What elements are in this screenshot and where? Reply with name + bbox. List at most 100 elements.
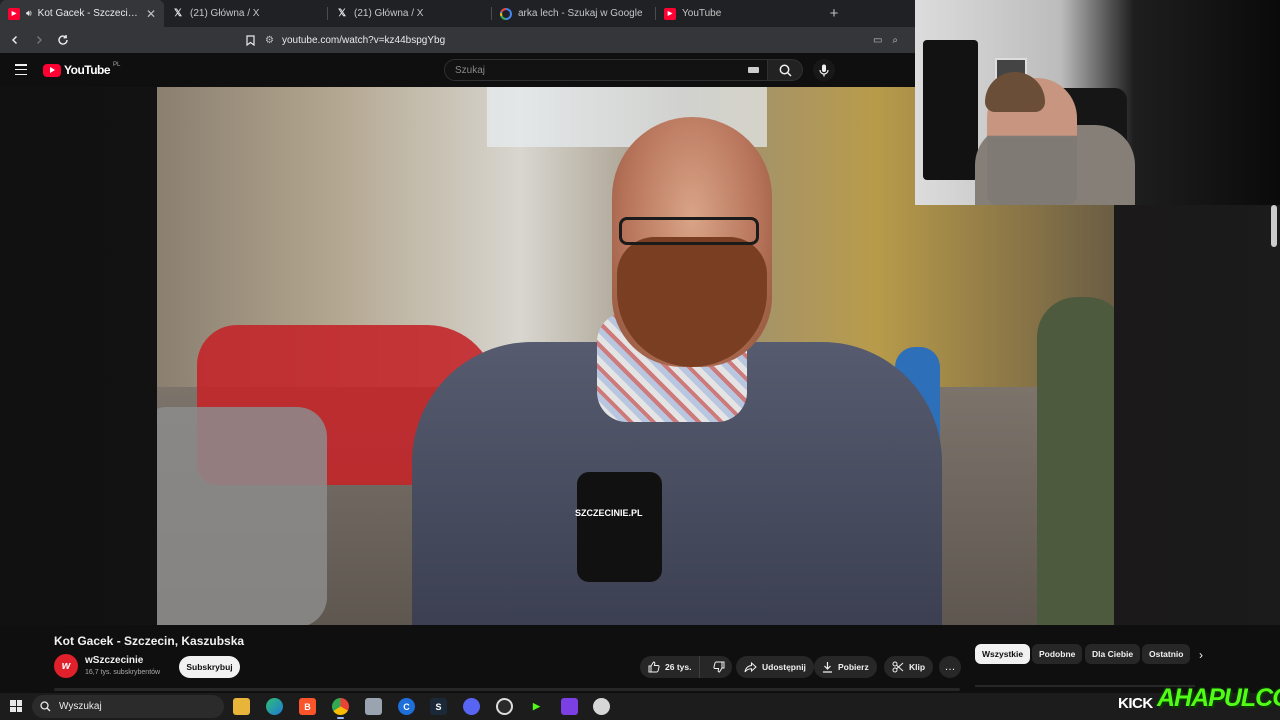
youtube-icon: ▶: [664, 7, 676, 20]
keyboard-icon[interactable]: [748, 67, 759, 73]
page-scrollbar[interactable]: [1271, 205, 1277, 247]
youtube-logo[interactable]: YouTube PL: [43, 62, 121, 77]
edge-icon[interactable]: [266, 698, 283, 715]
voice-search-button[interactable]: [813, 59, 835, 81]
windows-start-icon[interactable]: [10, 700, 22, 712]
like-dislike-group: 26 tys.: [640, 656, 732, 678]
forward-button[interactable]: [30, 31, 48, 49]
dislike-button[interactable]: [705, 656, 732, 678]
x-icon: 𝕏: [173, 8, 183, 19]
chevron-left-icon: [11, 35, 18, 45]
back-button[interactable]: [6, 31, 24, 49]
video-frame-microphone: SZCZECINIE.PL: [575, 472, 662, 582]
chip-for-you[interactable]: Dla Ciebie: [1085, 644, 1141, 664]
search-input[interactable]: Szukaj: [444, 59, 768, 81]
browser-toolbar: ⚙︎ youtube.com/watch?v=kz44bspgYbg ▭ ⌕: [0, 27, 915, 53]
browser-tab[interactable]: ▶ 🔊︎ Kot Gacek - Szczecin, Kaszubs ✕: [0, 0, 164, 27]
video-title: Kot Gacek - Szczecin, Kaszubska: [54, 634, 245, 648]
webcam-overlay: [915, 0, 1280, 205]
video-frame-grey-car: [157, 407, 327, 625]
x-icon: 𝕏: [337, 8, 347, 19]
steam-icon[interactable]: S: [430, 698, 447, 715]
microphone-logo: SZCZECINIE.PL: [575, 508, 643, 518]
download-button[interactable]: Pobierz: [814, 656, 877, 678]
ccleaner-icon[interactable]: C: [398, 698, 415, 715]
url-text[interactable]: youtube.com/watch?v=kz44bspgYbg: [282, 35, 865, 46]
google-icon: [500, 7, 512, 20]
tab-title: YouTube: [682, 8, 722, 19]
channel-name[interactable]: wSzczecinie: [85, 655, 143, 666]
search-button[interactable]: [767, 59, 803, 81]
webcam-monitor: [923, 40, 978, 180]
reload-icon: [58, 34, 68, 45]
chip-recent[interactable]: Ostatnio: [1142, 644, 1191, 664]
chip-all[interactable]: Wszystkie: [975, 644, 1031, 664]
share-label: Udostępnij: [762, 662, 806, 672]
chevron-right-icon[interactable]: ›: [1193, 647, 1209, 663]
app-icon[interactable]: [561, 698, 578, 715]
more-icon: …: [944, 661, 956, 673]
description-box-edge: [54, 688, 960, 691]
subscriber-count: 16,7 tys. subskrybentów: [85, 669, 161, 676]
close-icon[interactable]: ✕: [146, 7, 156, 21]
screen: ▶ 🔊︎ Kot Gacek - Szczecin, Kaszubs ✕ 𝕏 (…: [0, 0, 1280, 720]
chrome-icon[interactable]: [332, 698, 349, 719]
audio-icon[interactable]: 🔊︎: [26, 8, 32, 19]
more-actions-button[interactable]: …: [939, 656, 961, 678]
menu-icon[interactable]: [15, 64, 27, 75]
address-bar[interactable]: ⚙︎ youtube.com/watch?v=kz44bspgYbg ▭ ⌕: [243, 29, 898, 51]
video-frame-glasses: [619, 217, 759, 245]
thumbs-down-icon: [713, 661, 725, 673]
logo-text: YouTube: [64, 63, 111, 77]
reload-button[interactable]: [54, 31, 72, 49]
video-frame-passerby: [1037, 297, 1114, 625]
taskbar-search-placeholder: Wyszukaj: [59, 701, 102, 712]
app-icon[interactable]: [365, 698, 382, 715]
chip-related[interactable]: Podobne: [1032, 644, 1083, 664]
like-button[interactable]: 26 tys.: [640, 656, 701, 678]
obs-icon[interactable]: [496, 698, 513, 715]
brave-icon[interactable]: B: [299, 698, 316, 715]
share-button[interactable]: Udostępnij: [736, 656, 814, 678]
kick-logo: KICK: [1118, 695, 1153, 712]
search-icon: [779, 64, 792, 77]
discord-icon[interactable]: [463, 698, 480, 715]
youtube-icon: ▶: [8, 7, 20, 20]
new-tab-button[interactable]: +: [820, 0, 848, 27]
thumbs-up-icon: [648, 661, 660, 673]
search-placeholder: Szukaj: [455, 64, 486, 76]
windows-taskbar: Wyszukaj B C S ▶: [0, 693, 1280, 720]
youtube-header: YouTube PL Szukaj: [0, 53, 915, 87]
clip-button[interactable]: Klip: [884, 656, 934, 678]
download-icon: [823, 662, 832, 673]
browser-tab[interactable]: arka lech - Szukaj w Google: [492, 0, 656, 27]
share-icon: [744, 661, 757, 672]
logo-country: PL: [113, 62, 121, 68]
tab-title: arka lech - Szukaj w Google: [518, 8, 643, 19]
chevron-right-icon: [36, 35, 43, 45]
browser-tab[interactable]: 𝕏 (21) Główna / X: [164, 0, 328, 27]
tab-title: (21) Główna / X: [190, 8, 260, 19]
zoom-icon[interactable]: ⌕: [892, 35, 898, 46]
tab-title: (21) Główna / X: [354, 8, 424, 19]
tab-title: Kot Gacek - Szczecin, Kaszubs: [37, 8, 140, 19]
subscribe-button[interactable]: Subskrybuj: [179, 656, 240, 678]
streamer-brand-logo: AHAPULCO: [1157, 684, 1280, 712]
bookmark-icon[interactable]: [243, 33, 257, 47]
cast-icon[interactable]: ▭: [873, 35, 882, 46]
kick-app-icon[interactable]: ▶: [528, 698, 545, 715]
browser-tab[interactable]: 𝕏 (21) Główna / X: [328, 0, 492, 27]
channel-avatar[interactable]: w: [54, 654, 78, 678]
browser-tab[interactable]: ▶ YouTube: [656, 0, 820, 27]
search-icon: [40, 701, 51, 712]
scissors-icon: [892, 661, 904, 673]
site-settings-icon[interactable]: ⚙︎: [265, 35, 274, 46]
app-icon[interactable]: [593, 698, 610, 715]
download-label: Pobierz: [838, 662, 869, 672]
youtube-play-icon: [43, 63, 61, 77]
clip-label: Klip: [909, 662, 926, 672]
like-count: 26 tys.: [665, 662, 692, 672]
microphone-icon: [819, 64, 829, 76]
file-explorer-icon[interactable]: [233, 698, 250, 715]
taskbar-search[interactable]: Wyszukaj: [32, 695, 224, 718]
